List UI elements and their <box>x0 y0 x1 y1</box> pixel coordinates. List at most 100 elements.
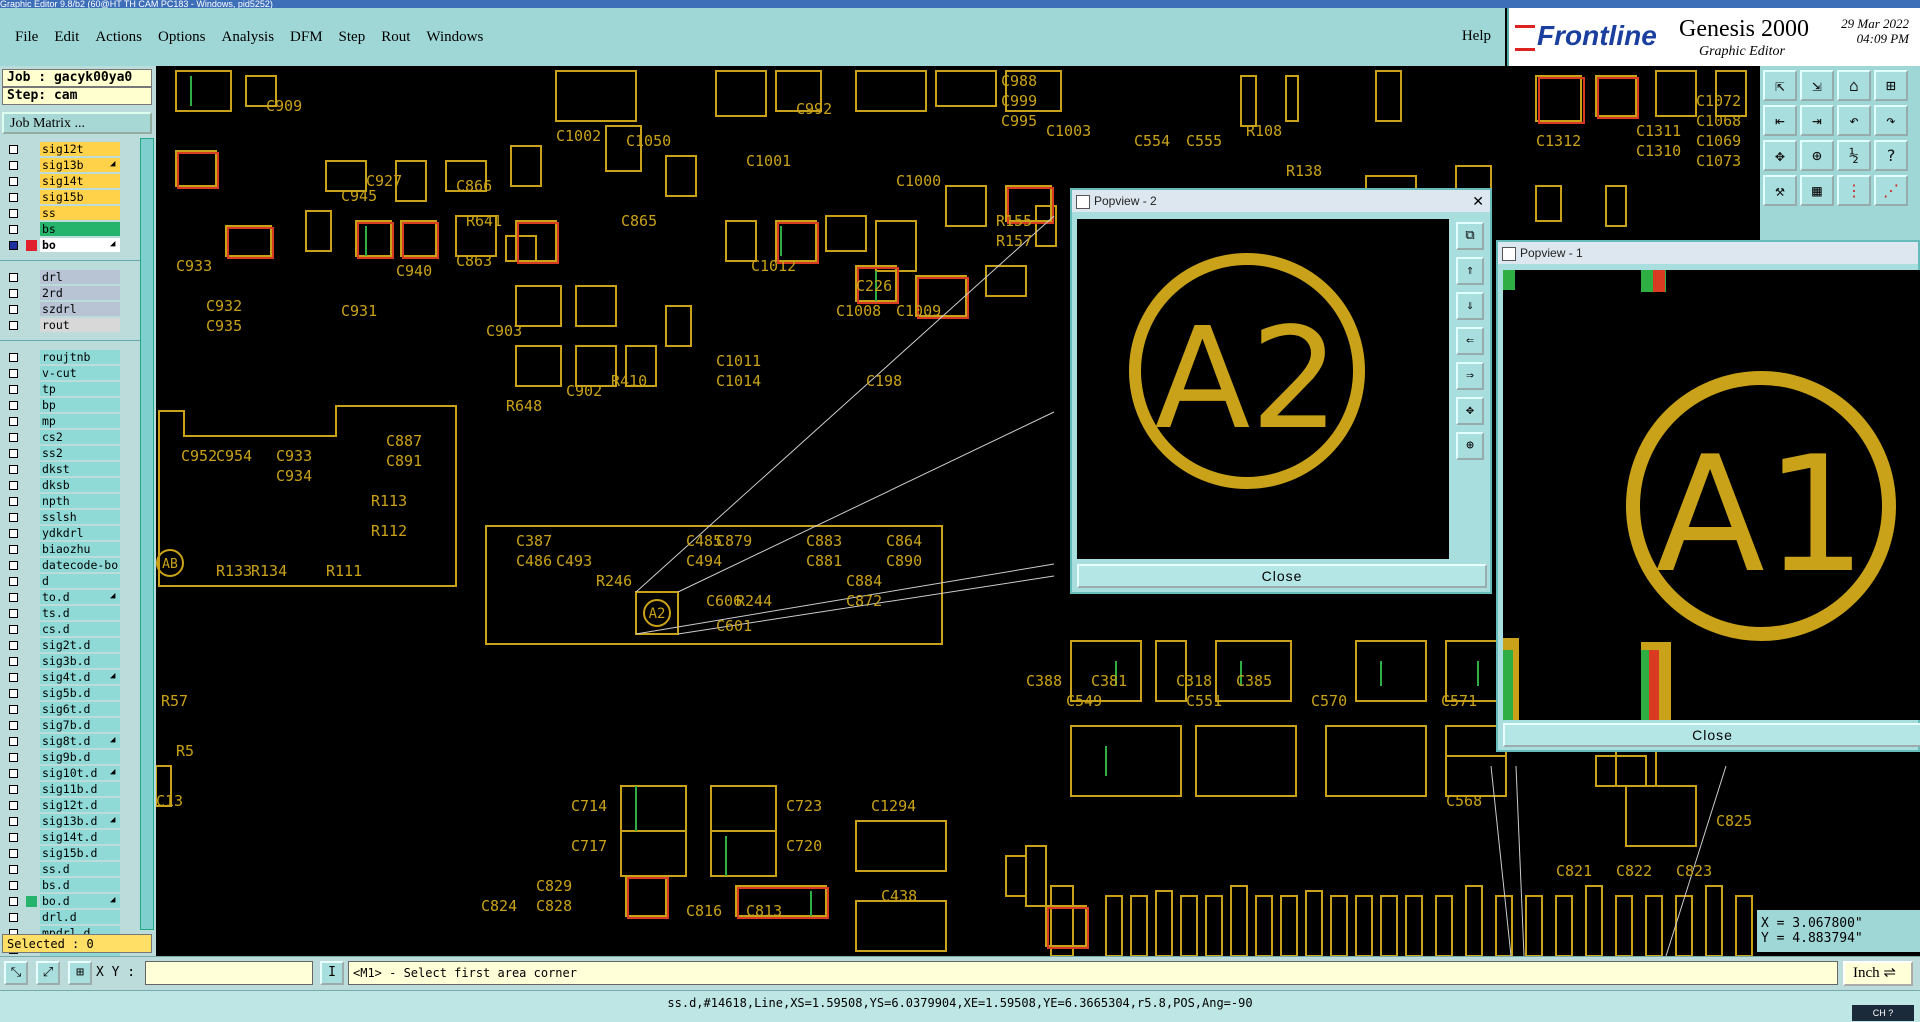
menu-file[interactable]: File <box>15 29 38 46</box>
layer-checkbox[interactable] <box>9 193 18 202</box>
layer-checkbox[interactable] <box>9 401 18 410</box>
layer-row-bo[interactable]: bo ◢ <box>0 238 140 253</box>
layer-color-swatch[interactable] <box>26 512 37 523</box>
layer-row-to-d[interactable]: to.d ◢ <box>0 590 140 605</box>
layer-row-sig9b-d[interactable]: sig9b.d <box>0 750 140 765</box>
layer-row-bs-d[interactable]: bs.d <box>0 878 140 893</box>
layer-color-swatch[interactable] <box>26 880 37 891</box>
layer-checkbox[interactable] <box>9 417 18 426</box>
layer-checkbox[interactable] <box>9 209 18 218</box>
layer-checkbox[interactable] <box>9 273 18 282</box>
layer-row-sig14t-d[interactable]: sig14t.d <box>0 830 140 845</box>
layer-checkbox[interactable] <box>9 593 18 602</box>
layer-color-swatch[interactable] <box>26 800 37 811</box>
menu-edit[interactable]: Edit <box>54 29 79 46</box>
scale-one-to-two-icon[interactable]: ½ <box>1837 140 1871 171</box>
home-icon[interactable]: ⌂ <box>1837 70 1871 101</box>
layer-row-cs2[interactable]: cs2 <box>0 430 140 445</box>
popview-down-icon[interactable]: ⇓ <box>1456 292 1484 320</box>
units-dropdown[interactable]: Inch ⇌ <box>1843 961 1913 986</box>
layer-checkbox[interactable] <box>9 913 18 922</box>
layer-row-bp[interactable]: bp <box>0 398 140 413</box>
layer-row-drl[interactable]: drl <box>0 270 140 285</box>
layer-checkbox[interactable] <box>9 657 18 666</box>
layer-row-sig12t-d[interactable]: sig12t.d <box>0 798 140 813</box>
layer-checkbox[interactable] <box>9 833 18 842</box>
layer-row-npth[interactable]: npth <box>0 494 140 509</box>
layer-row-datecode-bo[interactable]: datecode-bo <box>0 558 140 573</box>
layer-color-swatch[interactable] <box>26 320 37 331</box>
layer-color-swatch[interactable] <box>26 816 37 827</box>
popview-1-view[interactable]: A1 <box>1503 270 1920 720</box>
layer-checkbox[interactable] <box>9 305 18 314</box>
layer-checkbox[interactable] <box>9 881 18 890</box>
menu-options[interactable]: Options <box>158 29 206 46</box>
menu-actions[interactable]: Actions <box>95 29 142 46</box>
layer-row-sig13b[interactable]: sig13b ◢ <box>0 158 140 173</box>
layer-row-v-cut[interactable]: v-cut <box>0 366 140 381</box>
layer-checkbox[interactable] <box>9 785 18 794</box>
layer-checkbox[interactable] <box>9 737 18 746</box>
layer-row-ss[interactable]: ss <box>0 206 140 221</box>
layer-color-swatch[interactable] <box>26 352 37 363</box>
popview-center-icon[interactable]: ⊕ <box>1456 432 1484 460</box>
layer-checkbox[interactable] <box>9 625 18 634</box>
text-cursor-icon[interactable]: I <box>320 961 344 985</box>
popview-zoom-icon[interactable]: ⧉ <box>1456 222 1484 250</box>
layer-checkbox[interactable] <box>9 721 18 730</box>
popview-fit-icon[interactable]: ✥ <box>1456 397 1484 425</box>
layer-row-sig15b-d[interactable]: sig15b.d <box>0 846 140 861</box>
menu-rout[interactable]: Rout <box>381 29 410 46</box>
layer-color-swatch[interactable] <box>26 272 37 283</box>
layer-row-mp[interactable]: mp <box>0 414 140 429</box>
layer-row-biaozhu[interactable]: biaozhu <box>0 542 140 557</box>
redo-view-icon[interactable]: ↷ <box>1874 105 1908 136</box>
menu-dfm[interactable]: DFM <box>290 29 323 46</box>
popview-left-icon[interactable]: ⇐ <box>1456 327 1484 355</box>
layer-checkbox[interactable] <box>9 385 18 394</box>
grid-icon[interactable]: ▦ <box>1800 175 1834 206</box>
layer-color-swatch[interactable] <box>26 720 37 731</box>
layer-row-2rd[interactable]: 2rd <box>0 286 140 301</box>
layer-row-sig5b-d[interactable]: sig5b.d <box>0 686 140 701</box>
layer-row-sig11b-d[interactable]: sig11b.d <box>0 782 140 797</box>
layer-checkbox[interactable] <box>9 801 18 810</box>
menu-analysis[interactable]: Analysis <box>222 29 275 46</box>
layer-checkbox[interactable] <box>9 769 18 778</box>
layer-row-sig12t[interactable]: sig12t <box>0 142 140 157</box>
layer-checkbox[interactable] <box>9 353 18 362</box>
window-split-icon[interactable]: ⊞ <box>1874 70 1908 101</box>
layer-checkbox[interactable] <box>9 641 18 650</box>
layer-color-swatch[interactable] <box>26 752 37 763</box>
layer-color-swatch[interactable] <box>26 208 37 219</box>
layer-checkbox[interactable] <box>9 497 18 506</box>
layer-color-swatch[interactable] <box>26 864 37 875</box>
layer-row-dksb[interactable]: dksb <box>0 478 140 493</box>
layer-row-roujtnb[interactable]: roujtnb <box>0 350 140 365</box>
layer-checkbox[interactable] <box>9 289 18 298</box>
layer-checkbox[interactable] <box>9 561 18 570</box>
layer-color-swatch[interactable] <box>26 832 37 843</box>
layer-row-d[interactable]: d <box>0 574 140 589</box>
pan-left-icon[interactable]: ⇤ <box>1763 105 1797 136</box>
layer-color-swatch[interactable] <box>26 608 37 619</box>
layer-color-swatch[interactable] <box>26 304 37 315</box>
menu-step[interactable]: Step <box>339 29 366 46</box>
layer-row-sig10t-d[interactable]: sig10t.d ◢ <box>0 766 140 781</box>
layer-checkbox[interactable] <box>9 689 18 698</box>
layer-color-swatch[interactable] <box>26 176 37 187</box>
snap-grid-icon[interactable]: ⊞ <box>68 961 92 985</box>
layer-color-swatch[interactable] <box>26 528 37 539</box>
layer-row-dkst[interactable]: dkst <box>0 462 140 477</box>
layer-checkbox[interactable] <box>9 225 18 234</box>
layer-row-ydkdrl[interactable]: ydkdrl <box>0 526 140 541</box>
layer-row-sig3b-d[interactable]: sig3b.d <box>0 654 140 669</box>
layer-checkbox[interactable] <box>9 145 18 154</box>
layer-row-sig6t-d[interactable]: sig6t.d <box>0 702 140 717</box>
layer-checkbox[interactable] <box>9 433 18 442</box>
layer-checkbox[interactable] <box>9 609 18 618</box>
layer-color-swatch[interactable] <box>26 736 37 747</box>
layer-color-swatch[interactable] <box>26 640 37 651</box>
layer-row-sslsh[interactable]: sslsh <box>0 510 140 525</box>
select-mode-icon[interactable]: ⤡ <box>4 961 28 985</box>
